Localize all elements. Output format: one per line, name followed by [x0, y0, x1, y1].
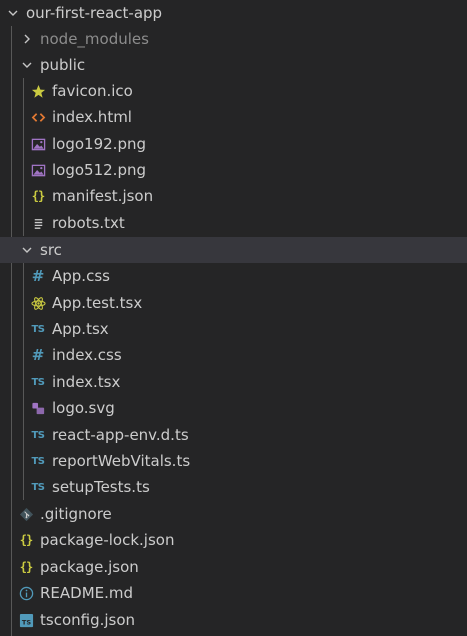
- file-tsconfig-json[interactable]: TS tsconfig.json: [0, 607, 467, 633]
- ts-icon: TS: [31, 455, 45, 467]
- chevron-right-icon: [20, 32, 34, 46]
- folder-label: our-first-react-app: [26, 4, 163, 22]
- file-react-app-env-d-ts[interactable]: TS react-app-env.d.ts: [0, 422, 467, 448]
- file-label: manifest.json: [52, 187, 154, 205]
- svg-text:TS: TS: [21, 618, 30, 626]
- file-app-test-tsx[interactable]: App.test.tsx: [0, 290, 467, 316]
- file-label: index.css: [52, 346, 122, 364]
- folder-node-modules[interactable]: node_modules: [0, 26, 467, 52]
- file-report-web-vitals-ts[interactable]: TS reportWebVitals.ts: [0, 448, 467, 474]
- git-icon: [18, 506, 34, 522]
- file-logo-svg[interactable]: logo.svg: [0, 395, 467, 421]
- ts-icon: TS: [31, 376, 45, 388]
- tsconfig-icon: TS: [18, 612, 34, 628]
- info-icon: [18, 585, 34, 601]
- file-index-html[interactable]: index.html: [0, 104, 467, 130]
- file-app-css[interactable]: # App.css: [0, 263, 467, 289]
- folder-label: node_modules: [40, 30, 149, 48]
- file-readme-md[interactable]: README.md: [0, 580, 467, 606]
- star-icon: [30, 83, 46, 99]
- chevron-down-icon: [20, 243, 34, 257]
- json-icon: {}: [19, 533, 33, 547]
- file-favicon-ico[interactable]: favicon.ico: [0, 78, 467, 104]
- file-label: README.md: [40, 584, 134, 602]
- file-label: logo512.png: [52, 161, 146, 179]
- file-label: package-lock.json: [40, 531, 175, 549]
- css-icon: #: [31, 346, 45, 364]
- file-label: package.json: [40, 558, 139, 576]
- file-label: react-app-env.d.ts: [52, 426, 189, 444]
- react-test-icon: [30, 295, 46, 311]
- file-robots-txt[interactable]: robots.txt: [0, 210, 467, 236]
- file-manifest-json[interactable]: {} manifest.json: [0, 183, 467, 209]
- file-package-lock-json[interactable]: {} package-lock.json: [0, 527, 467, 553]
- folder-src[interactable]: src: [0, 237, 467, 263]
- file-index-css[interactable]: # index.css: [0, 342, 467, 368]
- file-package-json[interactable]: {} package.json: [0, 554, 467, 580]
- file-label: tsconfig.json: [40, 611, 136, 629]
- json-icon: {}: [31, 189, 45, 203]
- file-app-tsx[interactable]: TS App.tsx: [0, 316, 467, 342]
- file-label: App.css: [52, 267, 110, 285]
- folder-public[interactable]: public: [0, 52, 467, 78]
- html-icon: [30, 109, 46, 125]
- file-label: setupTests.ts: [52, 478, 150, 496]
- chevron-down-icon: [6, 6, 20, 20]
- text-lines-icon: [30, 215, 46, 231]
- css-icon: #: [31, 267, 45, 285]
- file-label: .gitignore: [40, 505, 112, 523]
- folder-label: public: [40, 56, 86, 74]
- file-label: index.html: [52, 108, 132, 126]
- file-label: App.test.tsx: [52, 294, 143, 312]
- file-gitignore[interactable]: .gitignore: [0, 501, 467, 527]
- chevron-down-icon: [20, 58, 34, 72]
- image-icon: [30, 136, 46, 152]
- file-index-tsx[interactable]: TS index.tsx: [0, 369, 467, 395]
- folder-label: src: [40, 241, 62, 259]
- ts-icon: TS: [31, 323, 45, 335]
- json-icon: {}: [19, 560, 33, 574]
- image-icon: [30, 162, 46, 178]
- file-logo192-png[interactable]: logo192.png: [0, 131, 467, 157]
- file-label: favicon.ico: [52, 82, 133, 100]
- file-label: App.tsx: [52, 320, 109, 338]
- file-label: robots.txt: [52, 214, 125, 232]
- file-label: logo192.png: [52, 135, 146, 153]
- file-label: reportWebVitals.ts: [52, 452, 191, 470]
- ts-icon: TS: [31, 429, 45, 441]
- file-setup-tests-ts[interactable]: TS setupTests.ts: [0, 474, 467, 500]
- file-explorer-tree: our-first-react-app node_modules public …: [0, 0, 467, 636]
- file-label: index.tsx: [52, 373, 121, 391]
- file-logo512-png[interactable]: logo512.png: [0, 157, 467, 183]
- ts-icon: TS: [31, 481, 45, 493]
- file-label: logo.svg: [52, 399, 115, 417]
- folder-root[interactable]: our-first-react-app: [0, 0, 467, 26]
- svg-icon: [30, 400, 46, 416]
